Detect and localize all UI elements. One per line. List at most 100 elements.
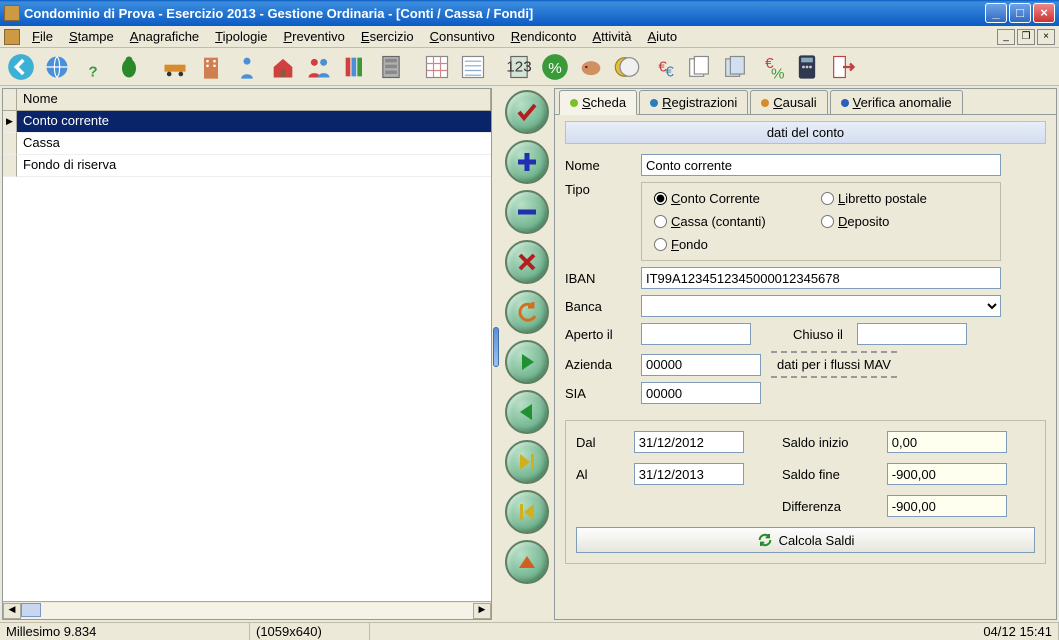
next-button[interactable] bbox=[505, 340, 549, 384]
toolbar-percent-icon[interactable]: % bbox=[538, 50, 572, 84]
toolbar-house-icon[interactable] bbox=[266, 50, 300, 84]
input-al[interactable] bbox=[634, 463, 744, 485]
input-aperto[interactable] bbox=[641, 323, 751, 345]
select-banca[interactable] bbox=[641, 295, 1001, 317]
up-button[interactable] bbox=[505, 540, 549, 584]
delete-button[interactable] bbox=[505, 240, 549, 284]
svg-text:?: ? bbox=[88, 63, 97, 80]
mdi-restore-button[interactable]: ❐ bbox=[1017, 29, 1035, 45]
toolbar-euro-percent-icon[interactable]: €% bbox=[754, 50, 788, 84]
list-body[interactable]: Conto correnteCassaFondo di riserva bbox=[3, 111, 491, 601]
titlebar: Condominio di Prova - Esercizio 2013 - G… bbox=[0, 0, 1059, 26]
splitter[interactable] bbox=[492, 86, 500, 622]
mdi-close-button[interactable]: × bbox=[1037, 29, 1055, 45]
input-saldo-fine[interactable] bbox=[887, 463, 1007, 485]
list-hscroll[interactable]: ◀ ▶ bbox=[3, 601, 491, 619]
scroll-right-button[interactable]: ▶ bbox=[473, 603, 491, 619]
maximize-button[interactable]: □ bbox=[1009, 3, 1031, 23]
toolbar-calc-icon[interactable]: 123 bbox=[502, 50, 536, 84]
radio-tipo-0[interactable]: Conto Corrente bbox=[654, 191, 821, 206]
form-scheda: dati del conto Nome Tipo Conto CorrenteL… bbox=[555, 115, 1056, 619]
label-chiuso: Chiuso il bbox=[793, 327, 843, 342]
menu-app-icon[interactable] bbox=[4, 29, 20, 45]
radio-tipo-4[interactable]: Fondo bbox=[654, 237, 821, 252]
toolbar-help-icon[interactable]: ? bbox=[76, 50, 110, 84]
tab-causali[interactable]: Causali bbox=[750, 90, 827, 114]
remove-button[interactable] bbox=[505, 190, 549, 234]
calcola-saldi-button[interactable]: Calcola Saldi bbox=[576, 527, 1035, 553]
toolbar-piggy-icon[interactable] bbox=[574, 50, 608, 84]
status-dim: (1059x640) bbox=[250, 623, 370, 640]
label-azienda: Azienda bbox=[565, 357, 635, 372]
input-differenza[interactable] bbox=[887, 495, 1007, 517]
scroll-left-button[interactable]: ◀ bbox=[3, 603, 21, 619]
menu-anagrafiche[interactable]: Anagrafiche bbox=[122, 27, 207, 46]
toolbar-back-icon[interactable] bbox=[4, 50, 38, 84]
tab-verifica-anomalie[interactable]: Verifica anomalie bbox=[830, 90, 963, 114]
tab-registrazioni[interactable]: Registrazioni bbox=[639, 90, 748, 114]
input-saldo-inizio[interactable] bbox=[887, 431, 1007, 453]
menu-attivita[interactable]: Attività bbox=[584, 27, 639, 46]
label-differenza: Differenza bbox=[782, 499, 877, 514]
add-button[interactable] bbox=[505, 140, 549, 184]
first-button[interactable] bbox=[505, 490, 549, 534]
toolbar-calculator-icon[interactable] bbox=[790, 50, 824, 84]
confirm-button[interactable] bbox=[505, 90, 549, 134]
statusbar: Millesimo 9.834 (1059x640) 04/12 15:41 bbox=[0, 622, 1059, 640]
close-button[interactable]: × bbox=[1033, 3, 1055, 23]
toolbar-exit-icon[interactable] bbox=[826, 50, 860, 84]
toolbar-coins-icon[interactable] bbox=[610, 50, 644, 84]
menu-esercizio[interactable]: Esercizio bbox=[353, 27, 422, 46]
refresh-icon bbox=[757, 532, 773, 548]
prev-button[interactable] bbox=[505, 390, 549, 434]
input-chiuso[interactable] bbox=[857, 323, 967, 345]
last-button[interactable] bbox=[505, 440, 549, 484]
toolbar-euro-icon[interactable]: €€ bbox=[646, 50, 680, 84]
list-row[interactable]: Cassa bbox=[3, 133, 491, 155]
toolbar-docs2-icon[interactable] bbox=[718, 50, 752, 84]
toolbar-globe-icon[interactable] bbox=[40, 50, 74, 84]
tab-scheda[interactable]: Scheda bbox=[559, 90, 637, 115]
input-iban[interactable] bbox=[641, 267, 1001, 289]
scroll-track[interactable] bbox=[21, 603, 473, 619]
list-row[interactable]: Conto corrente bbox=[3, 111, 491, 133]
menu-tipologie[interactable]: Tipologie bbox=[207, 27, 275, 46]
svg-text:€: € bbox=[665, 63, 674, 80]
svg-text:123: 123 bbox=[506, 58, 531, 75]
toolbar-person-icon[interactable] bbox=[230, 50, 264, 84]
toolbar-building-icon[interactable] bbox=[194, 50, 228, 84]
scroll-thumb[interactable] bbox=[21, 603, 41, 617]
radio-tipo-2[interactable]: Cassa (contanti) bbox=[654, 214, 821, 229]
toolbar-books-icon[interactable] bbox=[338, 50, 372, 84]
input-sia[interactable] bbox=[641, 382, 761, 404]
toolbar: ? 123 % €€ €% bbox=[0, 48, 1059, 86]
menu-aiuto[interactable]: Aiuto bbox=[639, 27, 685, 46]
undo-button[interactable] bbox=[505, 290, 549, 334]
menu-stampe[interactable]: Stampe bbox=[61, 27, 122, 46]
menu-preventivo[interactable]: Preventivo bbox=[275, 27, 352, 46]
menu-file[interactable]: File bbox=[24, 27, 61, 46]
input-nome[interactable] bbox=[641, 154, 1001, 176]
toolbar-cabinet-icon[interactable] bbox=[374, 50, 408, 84]
label-tipo: Tipo bbox=[565, 182, 635, 197]
toolbar-grid-icon[interactable] bbox=[420, 50, 454, 84]
toolbar-people-icon[interactable] bbox=[302, 50, 336, 84]
list-header-nome[interactable]: Nome bbox=[17, 89, 491, 110]
toolbar-docs-icon[interactable] bbox=[682, 50, 716, 84]
toolbar-bug-icon[interactable] bbox=[112, 50, 146, 84]
menu-rendiconto[interactable]: Rendiconto bbox=[503, 27, 585, 46]
input-azienda[interactable] bbox=[641, 354, 761, 376]
toolbar-car-icon[interactable] bbox=[158, 50, 192, 84]
minimize-button[interactable]: _ bbox=[985, 3, 1007, 23]
label-saldo-inizio: Saldo inizio bbox=[782, 435, 877, 450]
list-row[interactable]: Fondo di riserva bbox=[3, 155, 491, 177]
label-iban: IBAN bbox=[565, 271, 635, 286]
menu-consuntivo[interactable]: Consuntivo bbox=[422, 27, 503, 46]
radio-tipo-3[interactable]: Deposito bbox=[821, 214, 988, 229]
input-dal[interactable] bbox=[634, 431, 744, 453]
toolbar-list-icon[interactable] bbox=[456, 50, 490, 84]
radio-tipo-1[interactable]: Libretto postale bbox=[821, 191, 988, 206]
mdi-minimize-button[interactable]: _ bbox=[997, 29, 1015, 45]
window-title: Condominio di Prova - Esercizio 2013 - G… bbox=[24, 6, 983, 21]
action-buttons-column bbox=[500, 86, 554, 622]
